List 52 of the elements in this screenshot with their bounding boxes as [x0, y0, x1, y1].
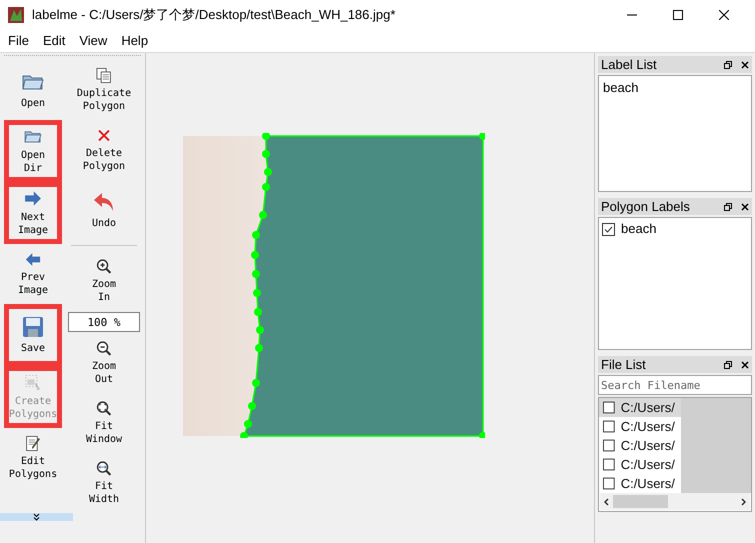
- menu-item[interactable]: File: [8, 31, 29, 51]
- close-icon[interactable]: [741, 202, 749, 210]
- zoom-field[interactable]: 100 %: [68, 312, 140, 332]
- checkbox[interactable]: [603, 458, 615, 471]
- checkbox[interactable]: [602, 222, 615, 236]
- polygon-label-item[interactable]: beach: [621, 219, 656, 239]
- search-field[interactable]: Search Filename: [598, 375, 752, 395]
- edit-polygons-button[interactable]: Edit Polygons: [4, 428, 62, 488]
- toolbar-expand-button[interactable]: [0, 513, 73, 521]
- horizontal-scrollbar[interactable]: [600, 493, 750, 510]
- delete-polygon-button[interactable]: Delete Polygon: [75, 120, 133, 180]
- close-icon[interactable]: [741, 60, 749, 68]
- duplicate-polygon-button[interactable]: Duplicate Polygon: [75, 60, 133, 120]
- fit-width-button[interactable]: Fit Width: [75, 453, 133, 513]
- dock-title: File List: [601, 356, 646, 374]
- scrollbar-thumb[interactable]: [613, 495, 668, 508]
- save-button[interactable]: Save: [4, 304, 62, 366]
- file-list-row[interactable]: C:/Users/: [599, 398, 751, 417]
- open-button[interactable]: Open Dir: [4, 120, 62, 182]
- maximize-icon: [673, 10, 683, 20]
- open-button[interactable]: Open: [4, 60, 62, 120]
- prev-image-button[interactable]: Prev Image: [4, 244, 62, 304]
- fit-window-button[interactable]: Fit Window: [75, 393, 133, 453]
- zoom-in-button[interactable]: Zoom In: [75, 251, 133, 311]
- dock-title: Label List: [601, 56, 657, 74]
- blurred-area: [680, 398, 751, 417]
- app-logo-icon: [8, 7, 24, 23]
- close-icon: [719, 10, 729, 20]
- menu-item[interactable]: View: [79, 31, 108, 51]
- float-icon[interactable]: [724, 60, 732, 68]
- checkbox[interactable]: [603, 439, 615, 452]
- dock-title: Polygon Labels: [601, 198, 690, 216]
- menu-item[interactable]: Help: [121, 31, 148, 51]
- checkbox[interactable]: [603, 477, 615, 490]
- next-image-button[interactable]: Next Image: [4, 182, 62, 244]
- undo-button[interactable]: Undo: [75, 180, 133, 240]
- file-path: C:/Users/: [620, 456, 675, 474]
- float-icon[interactable]: [724, 202, 732, 210]
- window-title: labelme - C:/Users/梦了个梦/Desktop/test\Beach_WH_186.jpg*: [32, 6, 396, 24]
- chevron-down-icon: [33, 513, 40, 521]
- checkbox[interactable]: [603, 420, 615, 433]
- file-path: C:/Users/: [620, 398, 675, 417]
- menu-item[interactable]: Edit: [42, 31, 66, 51]
- blurred-area: [680, 474, 751, 493]
- file-path: C:/Users/: [620, 418, 675, 436]
- label-item[interactable]: beach: [603, 78, 747, 98]
- checkbox[interactable]: [603, 401, 615, 414]
- file-path: C:/Users/: [620, 474, 675, 493]
- file-path: C:/Users/: [620, 436, 675, 455]
- close-icon[interactable]: [741, 360, 749, 368]
- zoom-out-button[interactable]: Zoom Out: [75, 333, 133, 393]
- float-icon[interactable]: [724, 360, 732, 368]
